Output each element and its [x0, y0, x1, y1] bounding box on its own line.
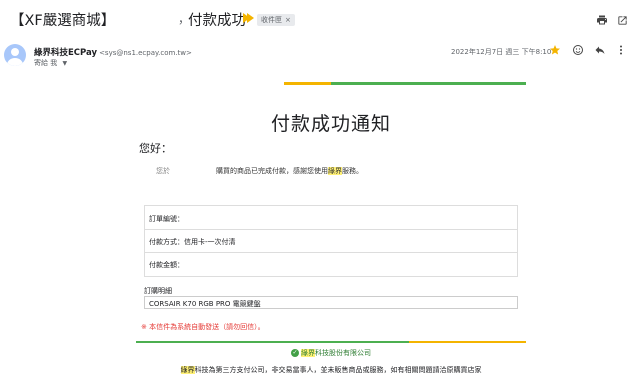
inbox-label-text: 收件匣 [261, 16, 282, 24]
emoji-reaction-icon[interactable] [571, 43, 585, 57]
payment-method-row: 付款方式：信用卡-一次付清 [145, 229, 517, 253]
printer-icon[interactable] [594, 12, 610, 28]
open-in-new-icon[interactable] [614, 12, 630, 28]
message-body: 購買的商品已完成付款，感謝您使用 [216, 167, 328, 175]
subject-status: 付款成功 [188, 13, 246, 29]
message-brand: 綠界 [328, 167, 342, 175]
subject-store-name: 【XF嚴選商城】 [10, 13, 116, 29]
company-brand: 綠界 [301, 349, 315, 357]
order-number-label: 訂單編號： [149, 215, 184, 223]
disclaimer-text: 綠界科技為第三方支付公司，非交易當事人，並未販售商品或服務，如有相關問題請洽原購… [136, 365, 526, 375]
order-detail-text: CORSAIR K70 RGB PRO 電競鍵盤 [149, 299, 261, 308]
order-info-table: 訂單編號： 付款方式：信用卡-一次付清 付款金額： [144, 205, 518, 277]
recipient-text: 寄給 我 [34, 59, 58, 67]
email-body: 付款成功通知 您好： 您於 購買的商品已完成付款，感謝您使用綠界服務。 訂單編號：… [136, 82, 526, 390]
payment-method-label: 付款方式：信用卡-一次付清 [149, 238, 236, 246]
star-icon[interactable] [548, 43, 562, 57]
order-detail-item: CORSAIR K70 RGB PRO 電競鍵盤 [144, 296, 518, 309]
remove-label-button[interactable]: × [285, 16, 291, 24]
footer-accent-bar [136, 341, 526, 343]
email-title: 付款成功通知 [270, 113, 391, 135]
payment-message: 您於 購買的商品已完成付款，感謝您使用綠界服務。 [156, 166, 363, 176]
greeting: 您好： [139, 142, 172, 155]
payment-amount-label: 付款金額： [149, 261, 184, 269]
more-options-icon[interactable] [614, 43, 628, 57]
inbox-label-chip[interactable]: 收件匣 × [257, 14, 295, 26]
email-subject: 【XF嚴選商城】 ， 付款成功 [10, 9, 246, 30]
sender-address: <sys@ns1.ecpay.com.tw> [99, 49, 192, 57]
importance-marker-icon[interactable] [243, 13, 254, 23]
sender-avatar [4, 44, 26, 66]
check-circle-icon: ✓ [291, 349, 299, 357]
company-name: ✓ 綠界科技股份有限公司 [136, 348, 526, 358]
email-date: 2022年12月7日 週三 下午8:10 [451, 48, 552, 56]
company-rest: 科技股份有限公司 [315, 349, 371, 357]
top-accent-bar [136, 82, 526, 85]
disclaimer-brand: 綠界 [180, 366, 195, 374]
sender-name: 綠界科技ECPay [34, 48, 98, 58]
sender-line: 綠界科技ECPay <sys@ns1.ecpay.com.tw> [34, 46, 192, 58]
chevron-down-icon: ▼ [62, 60, 68, 67]
payment-amount-row: 付款金額： [145, 252, 517, 275]
message-suffix: 服務。 [342, 167, 363, 175]
disclaimer-rest: 科技為第三方支付公司，非交易當事人，並未販售商品或服務，如有相關問題請洽原購買店… [194, 366, 482, 374]
order-number-row: 訂單編號： [145, 206, 517, 230]
message-prefix: 您於 [156, 167, 170, 175]
auto-send-notice: ※ 本信件為系統自動發送（請勿回信）。 [141, 323, 265, 331]
reply-icon[interactable] [593, 43, 607, 57]
order-detail-heading: 訂購明細 [144, 287, 172, 295]
recipient-dropdown[interactable]: 寄給 我 ▼ [34, 58, 67, 68]
